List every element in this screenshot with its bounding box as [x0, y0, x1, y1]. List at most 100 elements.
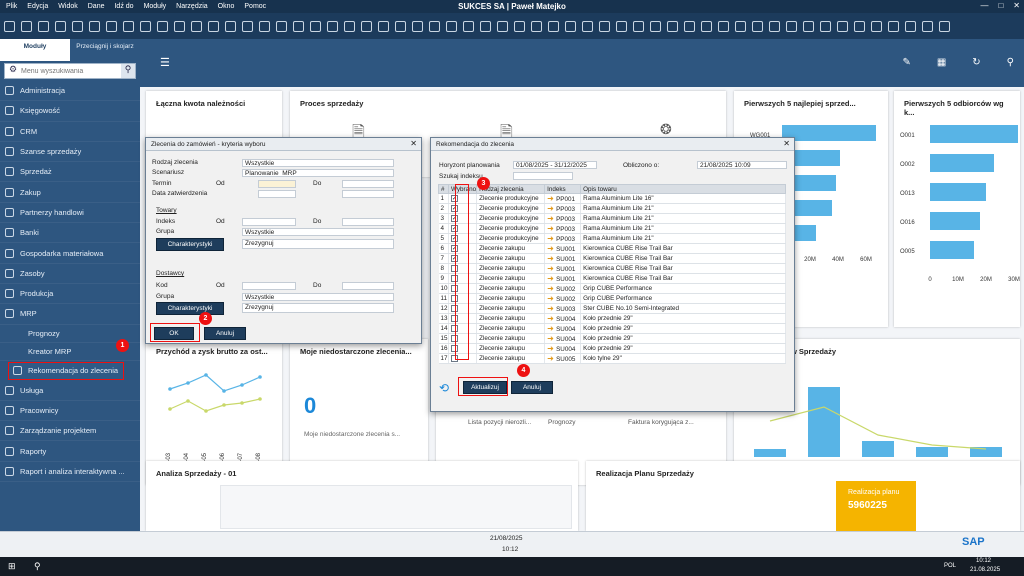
index-cell[interactable]: ➜ PP003 — [544, 223, 582, 234]
toolbar-icon[interactable] — [531, 20, 542, 32]
toolbar-icon[interactable] — [599, 20, 610, 32]
table-row[interactable]: 10 Zlecenie zakupu ➜ SU002 Grip CUBE Perfor… — [438, 283, 786, 294]
order-type-cell[interactable]: Zlecenie zakupu — [476, 273, 546, 284]
toolbar-icon[interactable] — [463, 20, 474, 32]
toolbar-icon[interactable] — [191, 20, 202, 32]
properties-button[interactable]: Charakterystyki — [156, 238, 224, 251]
toolbar-icon[interactable] — [871, 20, 882, 32]
table-row[interactable]: 8 Zlecenie zakupu ➜ SU001 Kierownica CUBE R… — [438, 263, 786, 274]
table-row[interactable]: 14 Zlecenie zakupu ➜ SU004 Koło przednie 29… — [438, 323, 786, 334]
edit-icon[interactable]: ✎ — [902, 57, 910, 68]
term-from-field[interactable] — [258, 180, 296, 188]
toolbar-icon[interactable] — [395, 20, 406, 32]
sidebar-item-administration[interactable]: Administracja — [0, 81, 140, 102]
sidebar-item-order-recommendation[interactable]: Rekomendacja do zlecenia — [8, 361, 124, 380]
sidebar-item-opportunities[interactable]: Szanse sprzedaży — [0, 142, 140, 163]
toolbar-icon[interactable] — [361, 20, 372, 32]
hamburger-icon[interactable]: ☰ — [160, 56, 170, 69]
sidebar-item-reports[interactable]: Raporty — [0, 441, 140, 462]
toolbar-icon[interactable] — [276, 20, 287, 32]
index-cell[interactable]: ➜ SU002 — [544, 293, 582, 304]
toolbar-icon[interactable] — [514, 20, 525, 32]
toolbar-icon[interactable] — [21, 20, 32, 32]
term-to-field[interactable] — [342, 180, 394, 188]
toolbar-icon[interactable] — [854, 20, 865, 32]
toolbar-icon[interactable] — [38, 20, 49, 32]
table-row[interactable]: 6 ✓ Zlecenie zakupu ➜ SU001 Kierownica CUBE … — [438, 243, 786, 254]
link-arrow-icon[interactable]: ➜ — [547, 204, 556, 213]
toolbar-icon[interactable] — [905, 20, 916, 32]
sidebar-item-resources[interactable]: Zasoby — [0, 264, 140, 284]
link-arrow-icon[interactable]: ➜ — [547, 194, 556, 203]
sidebar-item-crm[interactable]: CRM — [0, 122, 140, 142]
toolbar-icon[interactable] — [89, 20, 100, 32]
tab-drag-relate[interactable]: Przeciągnij i skojarz — [70, 39, 140, 61]
order-type-cell[interactable]: Zlecenie zakupu — [476, 303, 546, 314]
order-type-cell[interactable]: Zlecenie zakupu — [476, 243, 546, 254]
toolbar-icon[interactable] — [480, 20, 491, 32]
toolbar-icon[interactable] — [837, 20, 848, 32]
search-icon[interactable]: ⚲ — [34, 561, 41, 572]
table-row[interactable]: 15 Zlecenie zakupu ➜ SU004 Koło przednie 29… — [438, 333, 786, 344]
order-type-cell[interactable]: Zlecenie produkcyjne — [476, 193, 546, 204]
toolbar-icon[interactable] — [4, 20, 15, 32]
order-type-cell[interactable]: Zlecenie produkcyjne — [476, 203, 546, 214]
undelivered-link[interactable]: Moje niedostarczone zlecenia s... — [304, 431, 400, 438]
order-type-cell[interactable]: Zlecenie zakupu — [476, 353, 546, 364]
minimize-icon[interactable]: — — [980, 1, 988, 10]
close-icon[interactable]: ✕ — [410, 139, 417, 148]
toolbar-icon[interactable] — [718, 20, 729, 32]
table-row[interactable]: 12 Zlecenie zakupu ➜ SU003 Ster CUBE No.10 … — [438, 303, 786, 314]
sidebar-item-sales[interactable]: Sprzedaż — [0, 162, 140, 183]
link-arrow-icon[interactable]: ➜ — [547, 244, 556, 253]
windows-start-icon[interactable]: ⊞ — [8, 561, 16, 572]
toolbar-icon[interactable] — [225, 20, 236, 32]
index-cell[interactable]: ➜ PP003 — [544, 233, 582, 244]
search-icon[interactable]: ⚲ — [121, 64, 135, 78]
toolbar-icon[interactable] — [208, 20, 219, 32]
scenario-select[interactable]: Planowanie_MRP — [242, 169, 394, 177]
sidebar-item-purchasing[interactable]: Zakup — [0, 182, 140, 203]
toolbar-icon[interactable] — [293, 20, 304, 32]
toolbar-icon[interactable] — [55, 20, 66, 32]
toolbar-icon[interactable] — [123, 20, 134, 32]
index-cell[interactable]: ➜ SU003 — [544, 303, 582, 314]
toolbar-icon[interactable] — [157, 20, 168, 32]
index-cell[interactable]: ➜ SU002 — [544, 283, 582, 294]
order-type-cell[interactable]: Zlecenie zakupu — [476, 313, 546, 324]
order-type-cell[interactable]: Zlecenie produkcyjne — [476, 233, 546, 244]
index-cell[interactable]: ➜ SU001 — [544, 263, 582, 274]
table-row[interactable]: 2 ✓ Zlecenie produkcyjne ➜ PP003 Rama Alumin… — [438, 203, 786, 214]
search-index-field[interactable] — [513, 172, 573, 180]
toolbar-icon[interactable] — [412, 20, 423, 32]
order-type-cell[interactable]: Zlecenie zakupu — [476, 263, 546, 274]
toolbar-icon[interactable] — [701, 20, 712, 32]
link-arrow-icon[interactable]: ➜ — [547, 324, 556, 333]
close-icon[interactable]: ✕ — [1013, 1, 1020, 10]
search-options-icon[interactable]: ⚙ — [5, 64, 21, 78]
table-row[interactable]: 13 Zlecenie zakupu ➜ SU004 Koło przednie 29… — [438, 313, 786, 324]
toolbar-icon[interactable] — [497, 20, 508, 32]
toolbar-icon[interactable] — [769, 20, 780, 32]
index-cell[interactable]: ➜ SU001 — [544, 273, 582, 284]
index-cell[interactable]: ➜ PP003 — [544, 213, 582, 224]
sidebar-item-interactive-analysis[interactable]: Raport i analiza interaktywna ... — [0, 462, 140, 483]
sidebar-item-projects[interactable]: Zarządzanie projektem — [0, 421, 140, 442]
toolbar-icon[interactable] — [446, 20, 457, 32]
toolbar-icon[interactable] — [548, 20, 559, 32]
supplier-properties-field[interactable]: Zrezygnuj — [242, 303, 394, 313]
network-icon[interactable]: ❂ — [660, 121, 672, 138]
link-arrow-icon[interactable]: ➜ — [547, 224, 556, 233]
index-cell[interactable]: ➜ SU001 — [544, 243, 582, 254]
refresh-icon[interactable]: ↻ — [972, 57, 980, 68]
toolbar-icon[interactable] — [616, 20, 627, 32]
index-cell[interactable]: ➜ PP003 — [544, 203, 582, 214]
approval-from-field[interactable] — [258, 190, 296, 198]
toolbar-icon[interactable] — [140, 20, 151, 32]
tray-time[interactable]: 10:12 — [976, 558, 991, 564]
sidebar-item-mrp[interactable]: MRP — [0, 304, 140, 325]
column-header[interactable]: Opis towaru — [580, 184, 786, 194]
link-arrow-icon[interactable]: ➜ — [547, 304, 556, 313]
toolbar-icon[interactable] — [106, 20, 117, 32]
order-type-cell[interactable]: Zlecenie produkcyjne — [476, 223, 546, 234]
